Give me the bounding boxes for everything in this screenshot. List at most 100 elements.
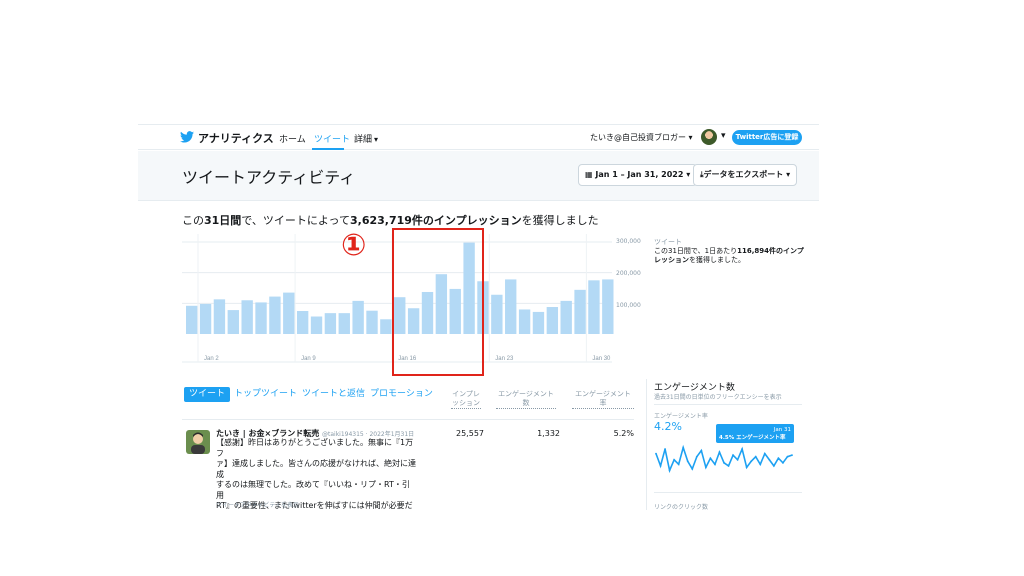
divider	[654, 492, 802, 493]
impression-bar	[269, 296, 281, 334]
tooltip-date: Jan 31	[773, 427, 791, 433]
impression-bar	[380, 319, 392, 334]
col-impressions[interactable]: インプレッション	[451, 390, 481, 409]
daily-average-text: ツイート この31日間で、1日あたり116,894件のインプレッションを獲得しま…	[654, 238, 810, 265]
sparkline-point	[763, 452, 766, 455]
sparkline-point	[772, 464, 775, 467]
sparkline-point	[709, 457, 712, 460]
tab-tweets[interactable]: ツイート	[184, 387, 231, 402]
sparkline-point	[791, 454, 793, 457]
sparkline-point	[745, 466, 748, 469]
impression-bar	[199, 303, 212, 334]
panel-divider	[646, 379, 647, 510]
tweet-engagement-rate: 5.2%	[613, 429, 634, 438]
impression-bar	[213, 299, 226, 334]
impression-bar	[241, 300, 253, 334]
chevron-down-icon: ▾	[786, 170, 791, 179]
engagement-sparkline[interactable]	[654, 442, 794, 476]
view-activity-link[interactable]: ツイートアクティビティを表示	[216, 500, 299, 509]
impression-bar	[574, 289, 586, 334]
sparkline-point	[655, 452, 657, 455]
tweet-text-line: 【感謝】昨日はありがとうございました。無事に『1万フ	[216, 438, 414, 458]
active-tab-indicator	[312, 148, 344, 150]
tweet-engagements: 1,332	[537, 429, 560, 438]
engagement-tooltip: Jan 31 4.5% エンゲージメント率	[716, 424, 794, 443]
highlight-box	[392, 228, 484, 376]
author-handle: @taiki194315 · 2022年1月31日	[322, 431, 415, 438]
divider	[182, 419, 634, 420]
x-tick-label: Jan 2	[204, 356, 219, 362]
col-engagements[interactable]: エンゲージメント数	[496, 390, 556, 409]
impression-bar	[310, 316, 323, 334]
y-tick-label: 300,000	[616, 238, 641, 245]
impression-bar	[296, 311, 309, 334]
divider	[654, 404, 802, 405]
sparkline-point	[668, 469, 671, 472]
sparkline-point	[673, 458, 676, 461]
impression-bar	[255, 302, 267, 334]
chevron-down-icon: ▾	[688, 133, 693, 142]
summary-count: 3,623,719件のインプレッション	[350, 214, 522, 227]
sparkline-point	[659, 464, 662, 467]
date-range-button[interactable]: ▦ Jan 1 – Jan 31, 2022 ▾	[578, 164, 698, 186]
side-line2: を獲得しました。	[689, 256, 745, 264]
engagement-rate-label: エンゲージメント率	[654, 413, 708, 420]
tab-top-tweets[interactable]: トップツイート	[234, 387, 297, 402]
col-engagement-rate[interactable]: エンゲージメント率	[572, 390, 634, 409]
sparkline-point	[782, 461, 784, 464]
twitter-ads-button[interactable]: Twitter広告に登録	[732, 130, 802, 145]
chevron-down-icon: ▾	[374, 135, 379, 144]
impression-bar	[602, 279, 614, 334]
sparkline-point	[723, 461, 725, 464]
tab-promotion[interactable]: プロモーション	[370, 387, 433, 402]
chevron-down-icon: ▾	[686, 170, 691, 179]
impression-bar	[560, 300, 572, 334]
sparkline-point	[727, 464, 730, 467]
chevron-down-icon[interactable]: ▾	[721, 131, 726, 141]
impression-bar	[324, 313, 337, 334]
sparkline-point	[732, 454, 734, 457]
x-tick-label: Jan 23	[495, 356, 514, 362]
impression-bar	[588, 280, 600, 334]
x-tick-label: Jan 9	[301, 356, 316, 362]
twitter-bird-icon	[180, 131, 194, 143]
sparkline-point	[736, 458, 739, 461]
summary-days: 31日間	[204, 214, 242, 227]
impression-bar	[505, 279, 517, 334]
sparkline-point	[677, 463, 680, 466]
nav-more-label: 詳細	[354, 135, 373, 145]
nav-tweets-link[interactable]: ツイート	[314, 132, 350, 145]
tab-tweets-and-replies[interactable]: ツイートと返信	[302, 387, 365, 402]
user-avatar[interactable]	[701, 129, 717, 145]
summary-suffix: を獲得しました	[521, 214, 599, 227]
x-tick-label: Jan 30	[592, 356, 611, 362]
tweet-text-line: するのは無理でした。改めて『いいね・リプ・RT・引用	[216, 480, 410, 500]
nav-home-link[interactable]: ホーム	[279, 132, 306, 145]
tooltip-value: 4.5% エンゲージメント率	[719, 435, 786, 441]
tweet-text-line: ァ】達成しました。皆さんの応援がなければ、絶対に達成	[216, 459, 416, 479]
page-title: ツイートアクティビティ	[182, 168, 356, 187]
impression-bar	[532, 311, 545, 334]
account-name: たいき@自己投資ブロガー	[590, 133, 686, 142]
sparkline-point	[718, 451, 721, 454]
sparkline-point	[714, 463, 716, 466]
impression-bar	[366, 310, 378, 334]
sparkline-point	[768, 458, 771, 461]
sparkline-point	[664, 448, 666, 450]
side-heading: ツイート	[654, 238, 682, 246]
export-data-button[interactable]: ⤓データをエクスポート ▾	[693, 164, 798, 186]
impression-bar	[338, 313, 350, 334]
nav-more-menu[interactable]: 詳細 ▾	[354, 132, 378, 145]
brand-title[interactable]: アナリティクス	[198, 130, 274, 146]
sparkline-point	[691, 468, 694, 470]
y-tick-label: 200,000	[616, 270, 641, 277]
summary-mid: で、ツイートによって	[241, 214, 350, 227]
top-nav: アナリティクス ホーム ツイート 詳細 ▾ たいき@自己投資ブロガー ▾ ▾ Tw…	[138, 124, 819, 150]
sparkline-point	[754, 455, 757, 458]
tweet-avatar[interactable]	[186, 430, 210, 454]
sparkline-point	[704, 466, 707, 469]
account-menu[interactable]: たいき@自己投資ブロガー ▾	[590, 132, 693, 143]
impression-bar	[352, 300, 364, 334]
sparkline-point	[759, 463, 762, 466]
sparkline-path	[655, 444, 793, 474]
